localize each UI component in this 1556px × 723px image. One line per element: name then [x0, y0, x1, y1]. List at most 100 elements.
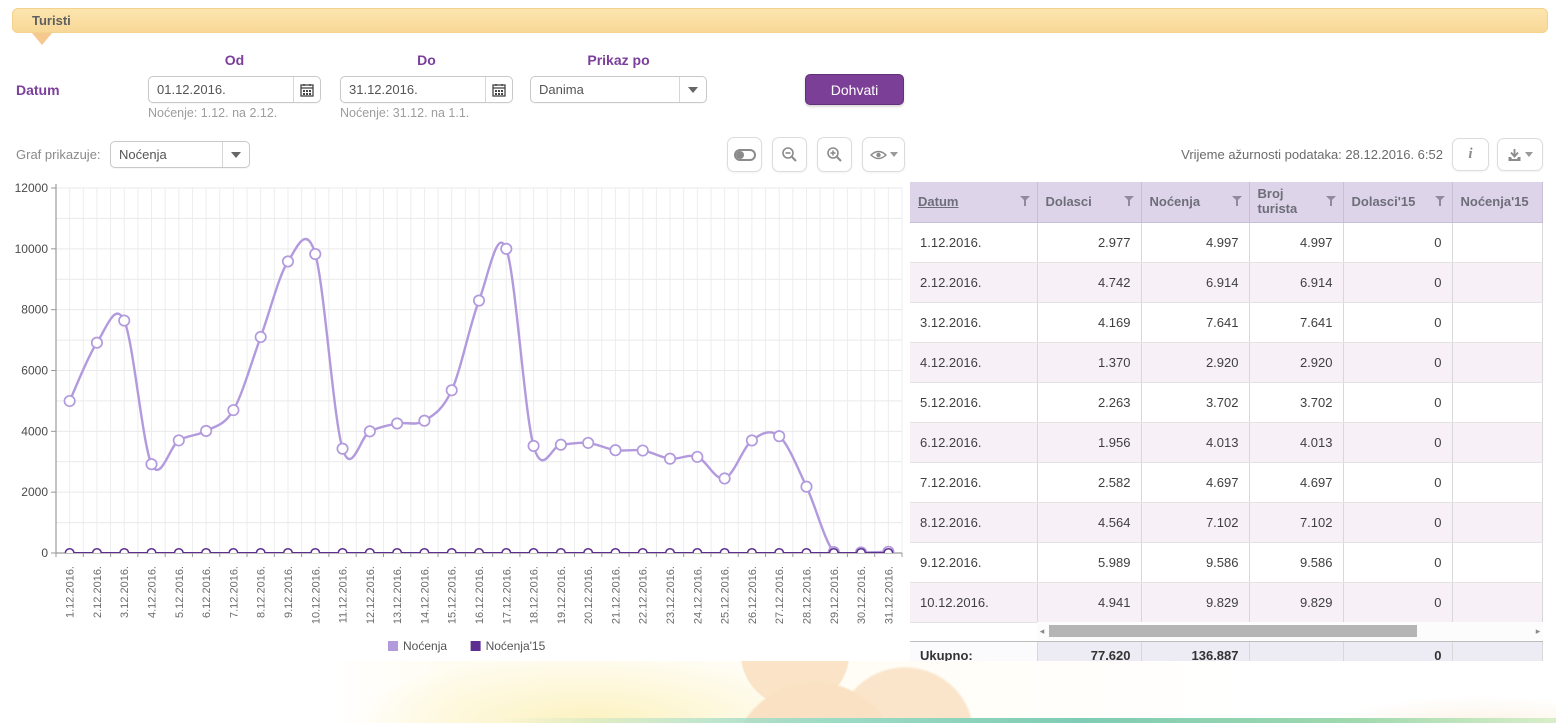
date-cell: 7.12.2016. — [910, 462, 1037, 502]
svg-text:28.12.2016.: 28.12.2016. — [801, 566, 813, 624]
value-cell — [1452, 422, 1543, 462]
scrollbar-thumb[interactable] — [1049, 625, 1417, 637]
filter-funnel-icon[interactable] — [1020, 196, 1030, 206]
column-header-label: Noćenja — [1150, 195, 1201, 209]
table-row: 1.12.2016.2.9774.9974.9970 — [910, 222, 1543, 262]
chevron-down-icon — [1525, 152, 1533, 157]
column-header[interactable]: Broj turista — [1249, 182, 1343, 222]
pagination-bar: ◀ ◀ Stranica od 4 ▶ ▶ 10 zapisa po stran… — [910, 676, 1543, 706]
next-page-button[interactable]: ▶ — [1124, 676, 1149, 701]
page-size-value: 10 — [1198, 682, 1225, 697]
svg-text:6.12.2016.: 6.12.2016. — [201, 566, 213, 618]
scroll-right-arrow-icon[interactable]: ▸ — [1533, 622, 1543, 640]
svg-text:2.12.2016.: 2.12.2016. — [92, 566, 104, 618]
toggle-icon — [734, 149, 756, 161]
svg-text:13.12.2016.: 13.12.2016. — [392, 566, 404, 624]
value-cell: 1.956 — [1037, 422, 1141, 462]
svg-text:Noćenja: Noćenja — [403, 639, 447, 653]
date-to-field[interactable]: 31.12.2016. — [340, 76, 513, 103]
zoom-out-button[interactable] — [772, 137, 807, 172]
date-to-value[interactable]: 31.12.2016. — [341, 82, 485, 97]
date-cell: 5.12.2016. — [910, 382, 1037, 422]
value-cell — [1452, 302, 1543, 342]
svg-text:22.12.2016.: 22.12.2016. — [638, 566, 650, 624]
zoom-in-icon — [826, 146, 843, 163]
chevron-down-icon[interactable] — [1225, 677, 1243, 702]
value-cell — [1452, 582, 1543, 622]
svg-text:25.12.2016.: 25.12.2016. — [720, 566, 732, 624]
column-header[interactable]: Dolasci'15 — [1343, 182, 1452, 222]
scroll-left-arrow-icon[interactable]: ◂ — [1037, 622, 1047, 640]
svg-text:20.12.2016.: 20.12.2016. — [583, 566, 595, 624]
previous-page-button[interactable]: ◀ — [946, 676, 971, 701]
table-row: 3.12.2016.4.1697.6417.6410 — [910, 302, 1543, 342]
svg-text:21.12.2016.: 21.12.2016. — [610, 566, 622, 624]
chevron-down-icon[interactable] — [222, 142, 249, 167]
chart-toggle-button[interactable] — [727, 137, 762, 172]
scrollbar-track[interactable] — [1047, 625, 1533, 637]
chevron-down-icon — [890, 152, 898, 157]
graf-prikazuje-value: Noćenja — [111, 147, 222, 162]
column-header[interactable]: Noćenja'15 — [1452, 182, 1543, 222]
dohvati-button[interactable]: Dohvati — [805, 74, 904, 105]
eye-icon — [870, 149, 887, 161]
page-of-label: od 4 — [1090, 682, 1115, 697]
calendar-icon[interactable] — [293, 77, 320, 102]
svg-text:18.12.2016.: 18.12.2016. — [529, 566, 541, 624]
first-page-button[interactable]: ◀ — [918, 676, 943, 701]
date-cell: 8.12.2016. — [910, 502, 1037, 542]
table-row: 8.12.2016.4.5647.1027.1020 — [910, 502, 1543, 542]
filter-funnel-icon[interactable] — [1124, 196, 1134, 206]
value-cell: 3.702 — [1249, 382, 1343, 422]
turisti-page: Turisti Datum Od Do Prikaz po 01.12.2016… — [0, 0, 1556, 723]
svg-text:12000: 12000 — [15, 182, 49, 195]
last-page-button[interactable]: ▶ — [1152, 701, 1177, 723]
zoom-in-button[interactable] — [817, 137, 852, 172]
svg-text:26.12.2016.: 26.12.2016. — [747, 566, 759, 624]
svg-text:Noćenja'15: Noćenja'15 — [486, 639, 546, 653]
date-from-hint: Noćenje: 1.12. na 2.12. — [148, 106, 277, 120]
table-horizontal-scrollbar[interactable]: ◂ ▸ — [1037, 622, 1543, 640]
value-cell: 4.997 — [1249, 222, 1343, 262]
svg-text:7.12.2016.: 7.12.2016. — [228, 566, 240, 618]
filter-funnel-icon[interactable] — [1435, 196, 1445, 206]
prikaz-po-select[interactable]: Danima — [530, 76, 707, 103]
svg-text:10.12.2016.: 10.12.2016. — [310, 566, 322, 624]
column-header[interactable]: Dolasci — [1037, 182, 1141, 222]
column-header-label: Datum — [918, 195, 958, 209]
column-header[interactable]: Datum — [910, 182, 1037, 222]
export-button[interactable] — [1497, 138, 1543, 171]
value-cell: 0 — [1343, 502, 1452, 542]
date-from-value[interactable]: 01.12.2016. — [149, 82, 293, 97]
value-cell: 4.013 — [1249, 422, 1343, 462]
svg-text:23.12.2016.: 23.12.2016. — [665, 566, 677, 624]
value-cell — [1452, 462, 1543, 502]
value-cell: 2.263 — [1037, 382, 1141, 422]
value-cell: 6.914 — [1249, 262, 1343, 302]
turisti-tab[interactable]: Turisti — [12, 8, 1548, 33]
calendar-icon[interactable] — [485, 77, 512, 102]
page-number-input[interactable] — [1031, 677, 1079, 701]
date-cell: 9.12.2016. — [910, 542, 1037, 582]
page-size-select[interactable]: 10 — [1197, 676, 1244, 703]
table-row: 9.12.2016.5.9899.5869.5860 — [910, 542, 1543, 582]
date-from-field[interactable]: 01.12.2016. — [148, 76, 321, 103]
value-cell: 0 — [1343, 342, 1452, 382]
value-cell — [1452, 222, 1543, 262]
date-cell: 4.12.2016. — [910, 342, 1037, 382]
value-cell: 0 — [1343, 302, 1452, 342]
svg-text:4.12.2016.: 4.12.2016. — [147, 566, 159, 618]
date-cell: 2.12.2016. — [910, 262, 1037, 302]
value-cell: 4.013 — [1141, 422, 1249, 462]
info-button[interactable]: i — [1452, 138, 1489, 171]
filter-funnel-icon[interactable] — [1326, 196, 1336, 206]
record-range-label: 1 - 10 od 31 zapisa — [1432, 681, 1543, 696]
chevron-down-icon[interactable] — [679, 77, 706, 102]
graf-prikazuje-select[interactable]: Noćenja — [110, 141, 250, 168]
series-visibility-button[interactable] — [862, 137, 905, 172]
table-row: 2.12.2016.4.7426.9146.9140 — [910, 262, 1543, 302]
filter-funnel-icon[interactable] — [1232, 196, 1242, 206]
column-header[interactable]: Noćenja — [1141, 182, 1249, 222]
svg-text:9.12.2016.: 9.12.2016. — [283, 566, 295, 618]
totals-label: Ukupno: — [910, 642, 1037, 669]
